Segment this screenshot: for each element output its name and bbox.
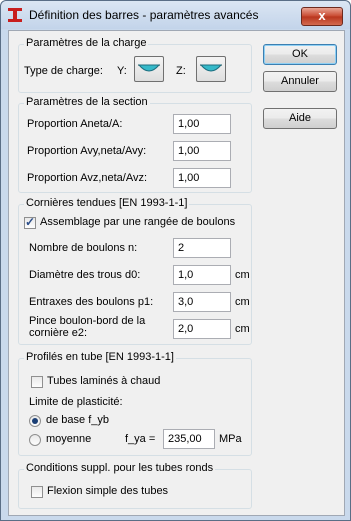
bolt-spacing-input[interactable]: 3,0 — [173, 292, 231, 312]
cancel-button[interactable]: Annuler — [263, 71, 337, 92]
single-row-bolts-label: Assemblage par une rangée de boulons — [40, 216, 236, 228]
simple-bending-label: Flexion simple des tubes — [47, 485, 169, 497]
proportion-avy-input[interactable]: 1,00 — [173, 141, 231, 161]
base-yield-label: de base f_yb — [46, 414, 109, 426]
load-z-label: Z: — [176, 65, 186, 77]
load-shape-icon — [137, 64, 161, 72]
proportion-avz-label: Proportion Avz,neta/Avz: — [27, 172, 148, 184]
simple-bending-checkbox[interactable] — [31, 486, 43, 498]
proportion-avy-label: Proportion Avy,neta/Avy: — [27, 145, 147, 157]
single-row-bolts-checkbox[interactable] — [24, 215, 36, 229]
angles-tension-group: Cornières tendues [EN 1993-1-1] Assembla… — [18, 197, 252, 345]
ok-button[interactable]: OK — [263, 44, 337, 65]
hole-diameter-label: Diamètre des trous d0: — [29, 269, 141, 281]
steel-beam-icon — [8, 8, 22, 22]
base-yield-radio[interactable] — [29, 415, 41, 427]
fya-input[interactable]: 235,00 — [163, 429, 215, 449]
close-button[interactable]: x — [301, 7, 343, 26]
tube-profiles-group: Profilés en tube [EN 1993-1-1] Tubes lam… — [18, 351, 252, 456]
bolt-spacing-label: Entraxes des boulons p1: — [29, 296, 154, 308]
dialog-body: OK Annuler Aide Paramètres de la charge … — [8, 30, 345, 516]
edge-distance-label-line1: Pince boulon-bord de la — [29, 315, 146, 327]
hole-diameter-unit: cm — [235, 269, 250, 281]
help-button[interactable]: Aide — [263, 108, 337, 129]
load-y-button[interactable] — [134, 56, 164, 82]
load-type-label: Type de charge: — [24, 65, 103, 77]
group-title: Paramètres de la section — [24, 96, 150, 108]
bolt-count-input[interactable]: 2 — [173, 238, 231, 258]
edge-distance-label-line2: cornière e2: — [29, 327, 88, 339]
proportion-aneta-label: Proportion Aneta/A: — [27, 118, 123, 130]
round-tubes-group: Conditions suppl. pour les tubes ronds F… — [18, 462, 252, 509]
fya-unit: MPa — [219, 433, 242, 445]
group-title: Conditions suppl. pour les tubes ronds — [24, 462, 216, 474]
hot-rolled-checkbox[interactable] — [31, 376, 43, 388]
group-title: Paramètres de la charge — [24, 37, 149, 49]
edge-distance-input[interactable]: 2,0 — [173, 319, 231, 339]
hole-diameter-input[interactable]: 1,0 — [173, 265, 231, 285]
section-parameters-group: Paramètres de la section Proportion Anet… — [18, 96, 252, 193]
load-shape-icon — [199, 64, 223, 72]
window-title: Définition des barres - paramètres avanc… — [29, 8, 259, 22]
mean-yield-radio[interactable] — [29, 434, 41, 446]
proportion-avz-input[interactable]: 1,00 — [173, 168, 231, 188]
fya-label: f_ya = — [125, 433, 156, 445]
group-title: Cornières tendues [EN 1993-1-1] — [24, 197, 190, 209]
plasticity-limit-label: Limite de plasticité: — [29, 396, 123, 408]
bolt-count-label: Nombre de boulons n: — [29, 242, 138, 254]
title-bar: Définition des barres - paramètres avanc… — [1, 1, 350, 29]
proportion-aneta-input[interactable]: 1,00 — [173, 114, 231, 134]
bolt-spacing-unit: cm — [235, 296, 250, 308]
edge-distance-unit: cm — [235, 323, 250, 335]
group-title: Profilés en tube [EN 1993-1-1] — [24, 351, 176, 363]
dialog-window: Définition des barres - paramètres avanc… — [0, 0, 351, 521]
mean-yield-label: moyenne — [46, 433, 92, 445]
load-y-label: Y: — [117, 65, 127, 77]
load-parameters-group: Paramètres de la charge Type de charge: … — [18, 37, 252, 93]
hot-rolled-label: Tubes laminés à chaud — [47, 375, 161, 387]
load-z-button[interactable] — [196, 56, 226, 82]
